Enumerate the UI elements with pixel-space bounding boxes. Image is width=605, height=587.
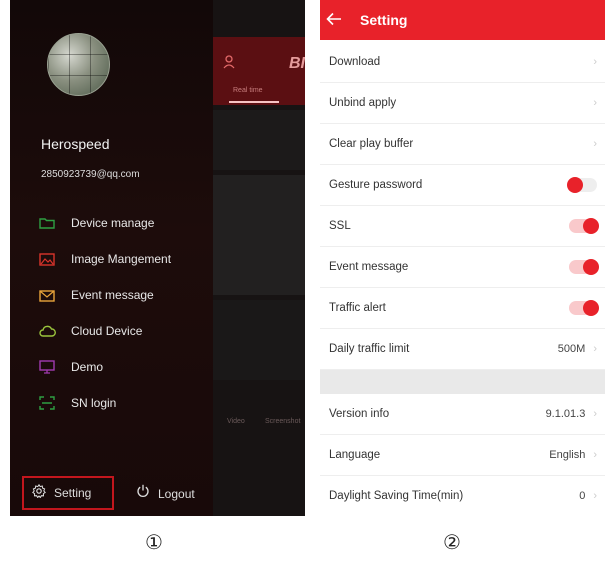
row-label: Daylight Saving Time(min)	[329, 490, 464, 502]
section-divider	[320, 370, 605, 394]
row-label: Event message	[329, 261, 409, 273]
preview-video-label: Video	[227, 418, 245, 425]
chevron-right-icon: ›	[593, 138, 597, 150]
toggle-knob	[583, 300, 599, 316]
chevron-right-icon: ›	[593, 97, 597, 109]
drawer-footer: Setting Logout	[22, 476, 222, 510]
step-marker-2: ②	[443, 530, 461, 554]
gesture-password-toggle[interactable]	[567, 177, 597, 193]
power-icon	[136, 484, 150, 503]
envelope-icon	[38, 288, 56, 302]
step-markers: ① ②	[0, 530, 605, 554]
settings-row-clear-play-buffer[interactable]: Clear play buffer ›	[320, 124, 605, 165]
menu-item-label: Cloud Device	[71, 324, 143, 338]
chevron-right-icon: ›	[593, 56, 597, 68]
menu-item-label: SN login	[71, 396, 117, 410]
settings-row-event-message: Event message	[320, 247, 605, 288]
menu-item-cloud-device[interactable]: Cloud Device	[38, 313, 218, 349]
row-label: Gesture password	[329, 179, 423, 191]
side-drawer-screen: BI Real time Video Screenshot Herospeed …	[10, 0, 305, 516]
settings-row-language[interactable]: Language English ›	[320, 435, 605, 476]
settings-row-traffic-alert: Traffic alert	[320, 288, 605, 329]
menu-item-label: Demo	[71, 360, 104, 374]
folder-icon	[38, 216, 56, 230]
toggle-knob	[583, 259, 599, 275]
settings-row-version-info[interactable]: Version info 9.1.01.3 ›	[320, 394, 605, 435]
menu-item-label: Image Mangement	[71, 252, 172, 266]
row-label: Download	[329, 56, 381, 68]
settings-row-download[interactable]: Download ›	[320, 42, 605, 83]
row-label: Language	[329, 449, 381, 461]
user-icon	[223, 55, 235, 74]
traffic-alert-toggle[interactable]	[569, 300, 599, 316]
row-label: Version info	[329, 408, 390, 420]
preview-screenshot-label: Screenshot	[265, 418, 301, 425]
menu-item-sn-login[interactable]: SN login	[38, 385, 218, 421]
ssl-toggle[interactable]	[569, 218, 599, 234]
menu-item-image-mangement[interactable]: Image Mangement	[38, 241, 218, 277]
preview-block	[213, 175, 305, 295]
step-marker-1: ①	[145, 530, 163, 554]
preview-block	[213, 300, 305, 380]
avatar[interactable]	[47, 33, 110, 96]
page-title: Setting	[360, 12, 408, 28]
preview-tab-underline	[229, 101, 279, 103]
preview-brand-text: BI	[289, 55, 305, 72]
logout-button[interactable]: Logout	[136, 484, 195, 503]
setting-button[interactable]: Setting	[22, 476, 114, 510]
settings-row-ssl: SSL	[320, 206, 605, 247]
row-label: Unbind apply	[329, 97, 397, 109]
row-label: SSL	[329, 220, 351, 232]
back-arrow-icon[interactable]	[326, 10, 346, 31]
setting-label: Setting	[54, 486, 92, 500]
monitor-icon	[38, 360, 56, 374]
gear-icon	[32, 483, 46, 503]
preview-block	[213, 110, 305, 170]
menu-item-label: Event message	[71, 288, 154, 302]
user-email: 2850923739@qq.com	[41, 169, 140, 180]
chevron-right-icon: ›	[593, 449, 597, 461]
menu-item-device-manage[interactable]: Device manage	[38, 205, 218, 241]
settings-list: Download › Unbind apply › Clear play buf…	[320, 42, 605, 512]
drawer-menu: Device manage Image Mangement Event mess…	[38, 205, 218, 421]
menu-item-label: Device manage	[71, 216, 155, 230]
row-value: English	[549, 449, 586, 461]
chevron-right-icon: ›	[593, 490, 597, 502]
row-label: Daily traffic limit	[329, 343, 410, 355]
logout-label: Logout	[158, 486, 195, 501]
settings-screen: Setting Download › Unbind apply › Clear …	[320, 0, 605, 512]
settings-header: Setting	[320, 0, 605, 40]
row-value: 500M	[557, 343, 586, 355]
settings-row-daily-traffic-limit[interactable]: Daily traffic limit 500M ›	[320, 329, 605, 370]
preview-tab-real-time: Real time	[233, 87, 263, 94]
row-value: 0	[579, 490, 586, 502]
menu-item-demo[interactable]: Demo	[38, 349, 218, 385]
toggle-knob	[583, 218, 599, 234]
menu-item-event-message[interactable]: Event message	[38, 277, 218, 313]
row-label: Traffic alert	[329, 302, 386, 314]
event-message-toggle[interactable]	[569, 259, 599, 275]
scan-icon	[38, 396, 56, 410]
background-preview: BI Real time Video Screenshot	[213, 0, 305, 516]
user-name: Herospeed	[41, 136, 110, 152]
row-label: Clear play buffer	[329, 138, 414, 150]
preview-header: BI Real time	[213, 37, 305, 105]
row-value: 9.1.01.3	[545, 408, 586, 420]
toggle-knob	[567, 177, 583, 193]
chevron-right-icon: ›	[593, 343, 597, 355]
chevron-right-icon: ›	[593, 408, 597, 420]
settings-row-daylight-saving-time[interactable]: Daylight Saving Time(min) 0 ›	[320, 476, 605, 512]
image-icon	[38, 252, 56, 266]
cloud-icon	[38, 324, 56, 338]
settings-row-unbind-apply[interactable]: Unbind apply ›	[320, 83, 605, 124]
settings-row-gesture-password: Gesture password	[320, 165, 605, 206]
